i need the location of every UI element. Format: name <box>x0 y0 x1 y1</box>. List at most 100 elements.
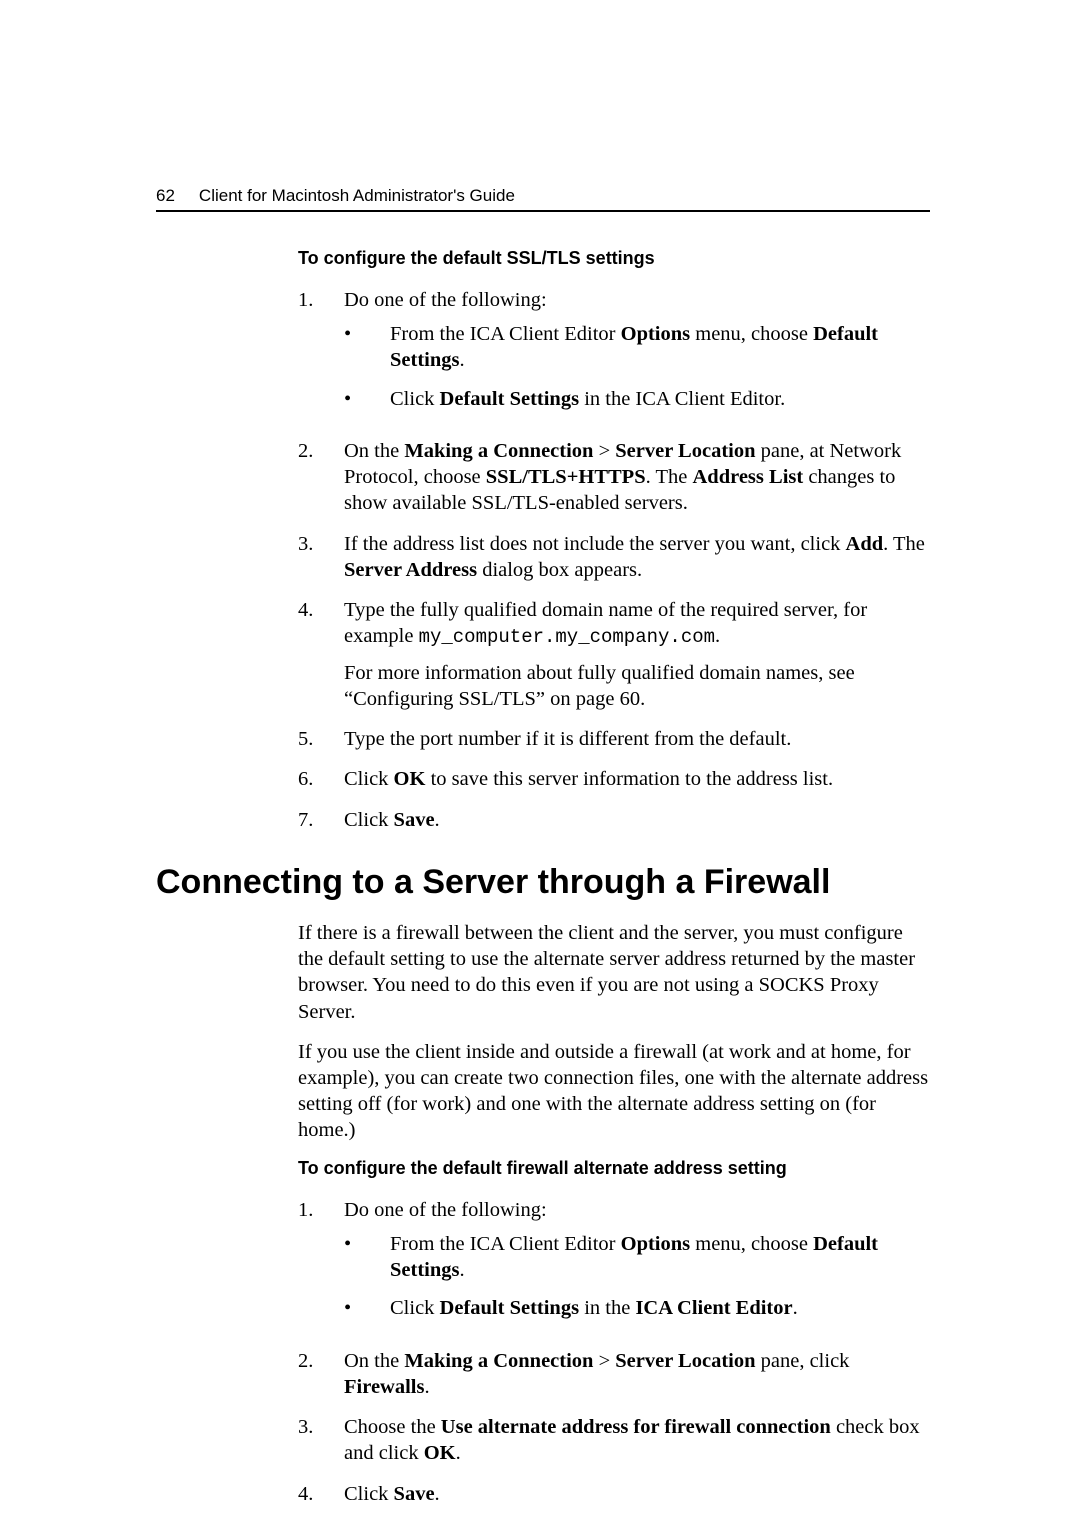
bold-text: Default Settings <box>440 1297 580 1319</box>
list-body: Click OK to save this server information… <box>344 766 930 792</box>
bold-text: Server Location <box>615 440 755 462</box>
list-item: 2. On the Making a Connection > Server L… <box>298 1348 930 1400</box>
list-number: 2. <box>298 1348 344 1400</box>
paragraph: If there is a firewall between the clien… <box>298 920 930 1025</box>
text: menu, choose <box>690 323 813 345</box>
bullet-item: • From the ICA Client Editor Options men… <box>344 321 930 373</box>
list-body: Do one of the following: • From the ICA … <box>344 287 930 424</box>
bold-text: Use alternate address for firewall conne… <box>441 1416 831 1438</box>
subheading-ssl: To configure the default SSL/TLS setting… <box>298 248 930 269</box>
bullet-item: • Click Default Settings in the ICA Clie… <box>344 386 930 412</box>
bullet-body: Click Default Settings in the ICA Client… <box>390 1295 798 1321</box>
list-body: Type the fully qualified domain name of … <box>344 597 930 712</box>
page: 62 Client for Macintosh Administrator's … <box>0 0 1080 1507</box>
bold-text: Options <box>621 1233 691 1255</box>
text: From the ICA Client Editor <box>390 323 621 345</box>
text: . <box>435 809 440 831</box>
list-item: 4. Click Save. <box>298 1481 930 1507</box>
list-number: 6. <box>298 766 344 792</box>
text: menu, choose <box>690 1233 813 1255</box>
ordered-list-firewall: 1. Do one of the following: • From the I… <box>298 1197 930 1507</box>
text: . <box>424 1376 429 1398</box>
list-number: 5. <box>298 726 344 752</box>
list-body: Click Save. <box>344 1481 930 1507</box>
bold-text: Server Location <box>615 1350 755 1372</box>
list-number: 4. <box>298 597 344 712</box>
bullet-icon: • <box>344 1295 390 1321</box>
list-number: 4. <box>298 1481 344 1507</box>
text: Click <box>390 1297 440 1319</box>
bullet-list: • From the ICA Client Editor Options men… <box>344 321 930 412</box>
bullet-item: • From the ICA Client Editor Options men… <box>344 1231 930 1283</box>
bold-text: Server Address <box>344 559 477 581</box>
text: Click <box>344 1483 394 1505</box>
paragraph: If you use the client inside and outside… <box>298 1039 930 1144</box>
text: in the ICA Client Editor. <box>579 388 785 410</box>
list-number: 2. <box>298 438 344 517</box>
bold-text: Options <box>621 323 691 345</box>
text: to save this server information to the a… <box>425 768 833 790</box>
bullet-icon: • <box>344 321 390 373</box>
bold-text: Add <box>846 533 884 555</box>
text: Type the port number if it is different … <box>344 728 791 750</box>
bold-text: Firewalls <box>344 1376 424 1398</box>
bold-text: Address List <box>693 466 804 488</box>
text: Do one of the following: <box>344 289 547 311</box>
text: > <box>593 440 615 462</box>
bullet-icon: • <box>344 386 390 412</box>
list-number: 1. <box>298 287 344 424</box>
list-body: Type the port number if it is different … <box>344 726 930 752</box>
bold-text: Making a Connection <box>404 440 593 462</box>
text: . <box>435 1483 440 1505</box>
bullet-body: From the ICA Client Editor Options menu,… <box>390 321 930 373</box>
heading-firewall: Connecting to a Server through a Firewal… <box>156 863 930 902</box>
text: Type the fully qualified domain name of … <box>344 597 930 650</box>
subheading-firewall: To configure the default firewall altern… <box>298 1158 930 1179</box>
list-body: On the Making a Connection > Server Loca… <box>344 1348 930 1400</box>
text: On the <box>344 440 404 462</box>
text: in the <box>579 1297 635 1319</box>
text: . The <box>883 533 925 555</box>
text: Click <box>344 809 394 831</box>
list-number: 1. <box>298 1197 344 1334</box>
section-ssl-tls: To configure the default SSL/TLS setting… <box>298 248 930 833</box>
list-number: 3. <box>298 1414 344 1466</box>
page-number: 62 <box>156 186 175 206</box>
bold-text: Making a Connection <box>404 1350 593 1372</box>
list-item: 5. Type the port number if it is differe… <box>298 726 930 752</box>
list-body: Click Save. <box>344 807 930 833</box>
text: . <box>715 625 720 647</box>
text: For more information about fully qualifi… <box>344 660 930 712</box>
bold-text: SSL/TLS+HTTPS <box>486 466 646 488</box>
text: Click <box>390 388 440 410</box>
text: Choose the <box>344 1416 441 1438</box>
list-item: 3. If the address list does not include … <box>298 531 930 583</box>
list-number: 3. <box>298 531 344 583</box>
list-item: 2. On the Making a Connection > Server L… <box>298 438 930 517</box>
list-body: Choose the Use alternate address for fir… <box>344 1414 930 1466</box>
bold-text: ICA Client Editor <box>635 1297 792 1319</box>
text: pane, click <box>756 1350 850 1372</box>
bold-text: OK <box>394 768 426 790</box>
header-title: Client for Macintosh Administrator's Gui… <box>199 186 515 206</box>
bullet-body: From the ICA Client Editor Options menu,… <box>390 1231 930 1283</box>
list-item: 4. Type the fully qualified domain name … <box>298 597 930 712</box>
bullet-icon: • <box>344 1231 390 1283</box>
text: On the <box>344 1350 404 1372</box>
list-number: 7. <box>298 807 344 833</box>
text: . <box>459 1259 464 1281</box>
list-body: On the Making a Connection > Server Loca… <box>344 438 930 517</box>
bold-text: Default Settings <box>440 388 580 410</box>
bold-text: Save <box>394 809 435 831</box>
text: dialog box appears. <box>477 559 642 581</box>
text: . <box>793 1297 798 1319</box>
ordered-list-ssl: 1. Do one of the following: • From the I… <box>298 287 930 833</box>
list-body: Do one of the following: • From the ICA … <box>344 1197 930 1334</box>
text: . <box>459 349 464 371</box>
bold-text: OK <box>424 1442 456 1464</box>
list-item: 3. Choose the Use alternate address for … <box>298 1414 930 1466</box>
list-item: 1. Do one of the following: • From the I… <box>298 287 930 424</box>
text: . The <box>646 466 693 488</box>
text: > <box>593 1350 615 1372</box>
bullet-item: • Click Default Settings in the ICA Clie… <box>344 1295 930 1321</box>
